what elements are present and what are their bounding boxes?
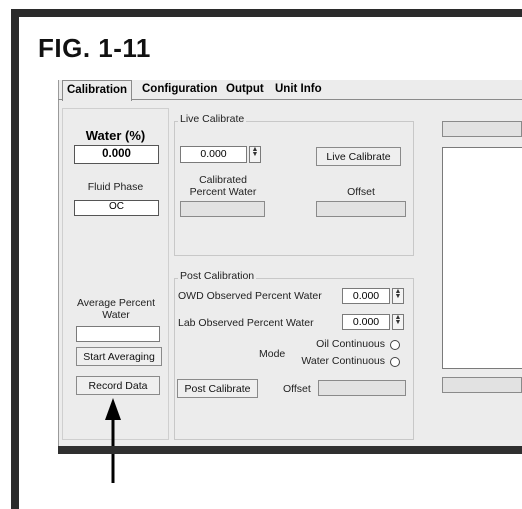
post-calibration-legend: Post Calibration: [178, 270, 257, 282]
right-bottom-field: [442, 377, 522, 393]
fluid-phase-value: OC: [74, 200, 159, 216]
owd-observed-spinner[interactable]: ▲ ▼: [392, 288, 404, 304]
average-percent-water-label: Average Percent Water: [76, 297, 156, 321]
post-offset-field: [318, 380, 406, 396]
right-top-field: [442, 121, 522, 137]
water-value: 0.000: [74, 145, 159, 164]
pointer-arrow: [101, 398, 125, 483]
calibrated-percent-water-field: [180, 201, 265, 217]
lab-observed-input[interactable]: 0.000: [342, 314, 390, 330]
live-calibrate-input[interactable]: 0.000: [180, 146, 247, 163]
owd-observed-label: OWD Observed Percent Water: [178, 290, 322, 302]
water-title: Water (%): [85, 128, 146, 143]
lab-observed-spinner[interactable]: ▲ ▼: [392, 314, 404, 330]
lab-observed-label: Lab Observed Percent Water: [178, 317, 314, 329]
tab-output[interactable]: Output: [222, 80, 268, 100]
fluid-phase-label: Fluid Phase: [87, 181, 144, 193]
owd-observed-input[interactable]: 0.000: [342, 288, 390, 304]
record-data-button[interactable]: Record Data: [76, 376, 160, 395]
start-averaging-button[interactable]: Start Averaging: [76, 347, 162, 366]
post-offset-label: Offset: [283, 383, 311, 395]
live-calibrate-spinner[interactable]: ▲ ▼: [249, 146, 261, 163]
mode-water-continuous-radio[interactable]: [390, 357, 400, 367]
tab-configuration[interactable]: Configuration: [138, 80, 221, 100]
live-calibrate-button[interactable]: Live Calibrate: [316, 147, 401, 166]
live-calibrate-legend: Live Calibrate: [178, 113, 247, 125]
window-bottom-edge: [58, 446, 522, 454]
results-list[interactable]: [442, 147, 522, 369]
figure-title: FIG. 1-11: [38, 33, 151, 63]
mode-oil-continuous-radio[interactable]: [390, 340, 400, 350]
mode-water-continuous-label: Water Continuous: [301, 355, 385, 367]
calibrated-percent-water-label: Calibrated Percent Water: [189, 174, 257, 198]
mode-oil-continuous-label: Oil Continuous: [316, 338, 385, 350]
live-offset-label: Offset: [347, 186, 375, 198]
tab-calibration[interactable]: Calibration: [62, 80, 133, 101]
live-offset-field: [316, 201, 406, 217]
tab-unit-info[interactable]: Unit Info: [271, 80, 326, 100]
average-percent-water-field[interactable]: [76, 326, 160, 342]
post-calibrate-button[interactable]: Post Calibrate: [177, 379, 258, 398]
